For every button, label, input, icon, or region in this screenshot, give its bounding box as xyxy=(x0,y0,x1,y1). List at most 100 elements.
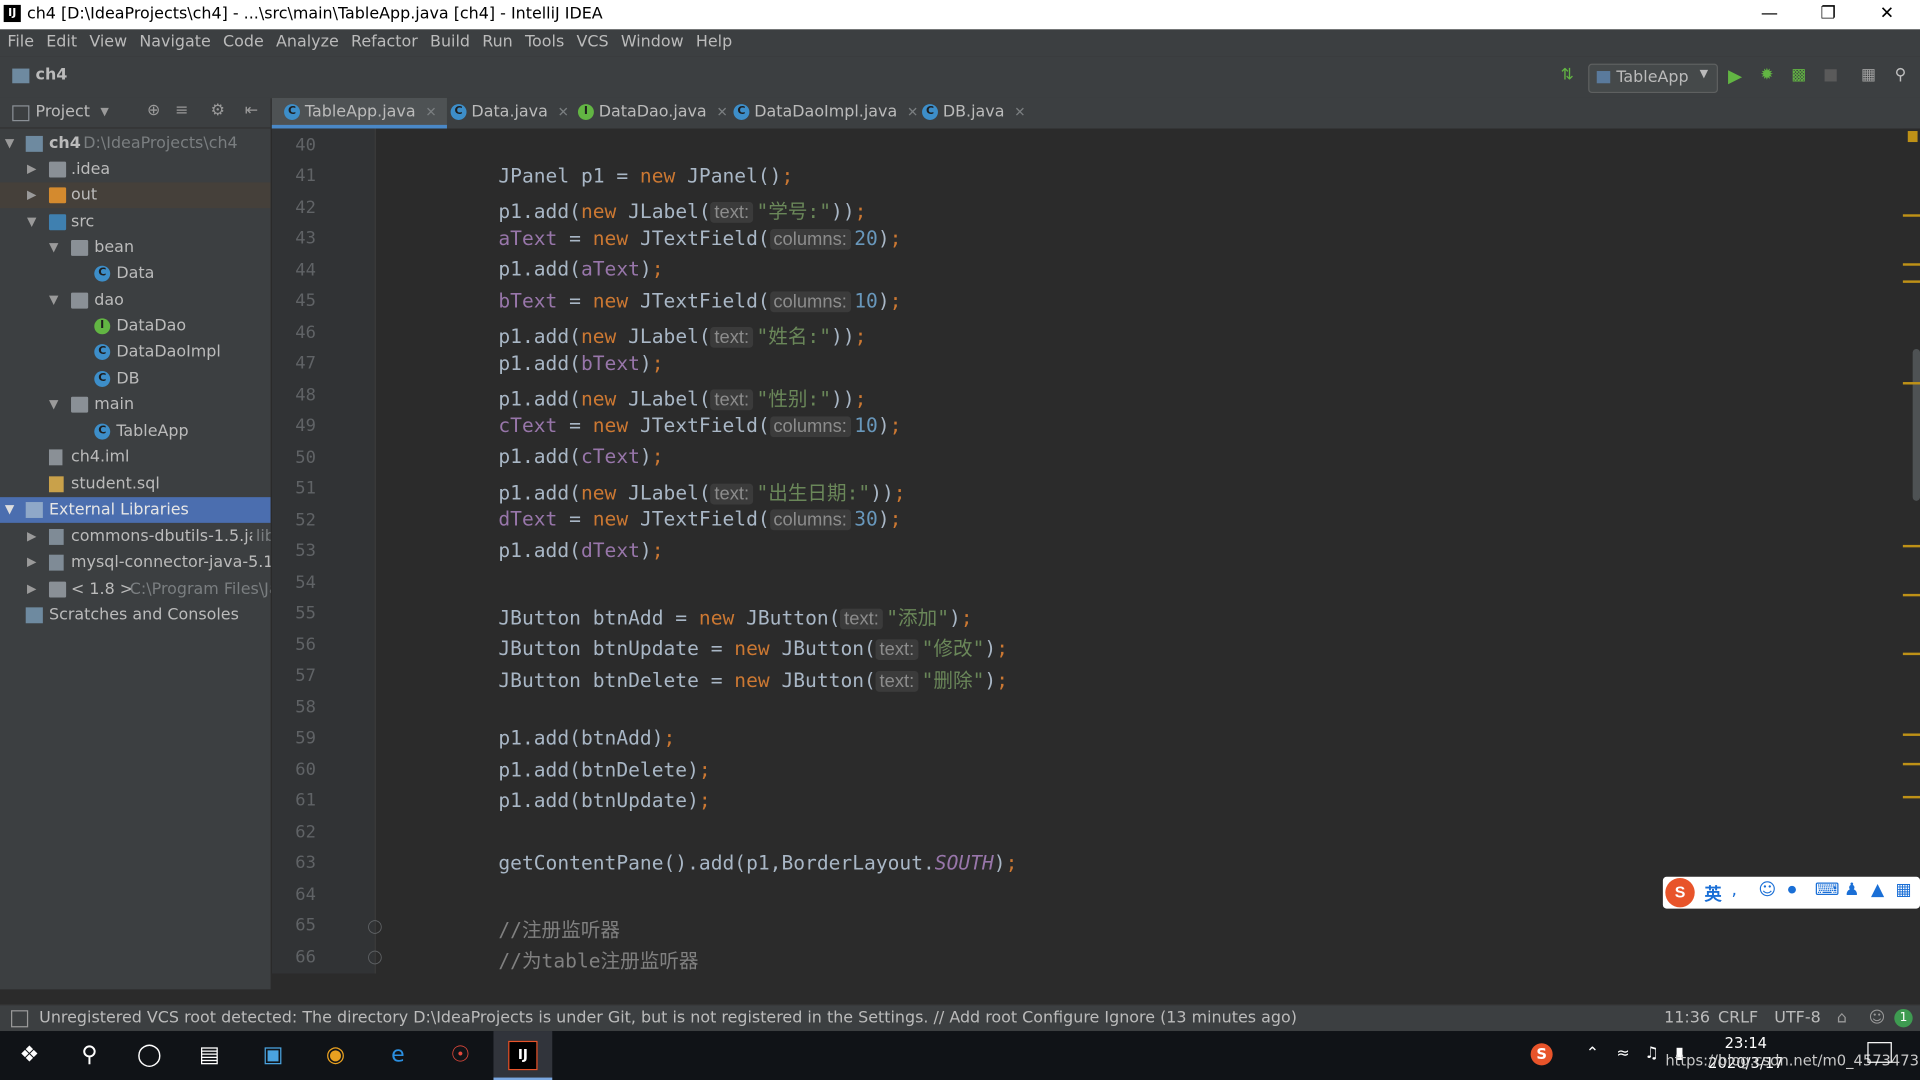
toolbox-icon[interactable]: ▦ xyxy=(1896,880,1912,900)
tab-db-java[interactable]: C DB.java ✕ xyxy=(910,98,1026,129)
keyboard-icon[interactable]: ⌨ xyxy=(1815,880,1840,900)
project-view-selector[interactable]: Project xyxy=(36,103,90,121)
chevron-up-icon[interactable]: ⌃ xyxy=(1586,1044,1599,1062)
warning-marker[interactable] xyxy=(1902,593,1920,597)
warning-marker[interactable] xyxy=(1902,652,1920,656)
minimize-button[interactable]: — xyxy=(1741,0,1797,29)
run-configuration-dropdown[interactable]: TableApp ▼ xyxy=(1588,63,1718,94)
firefox-icon[interactable]: ◉ xyxy=(306,1031,365,1080)
menu-refactor[interactable]: Refactor xyxy=(345,29,424,56)
warning-marker[interactable] xyxy=(1902,762,1920,766)
warning-marker[interactable] xyxy=(1902,382,1920,385)
sogou-logo-icon[interactable]: S xyxy=(1665,877,1695,908)
menu-build[interactable]: Build xyxy=(424,29,476,56)
collapsed-arrow-icon[interactable]: ▶ xyxy=(27,157,39,183)
tree-item-dao[interactable]: ▼ dao xyxy=(0,288,271,314)
chevron-down-icon[interactable]: ▼ xyxy=(100,107,108,119)
user-icon[interactable]: ♟ xyxy=(1844,880,1859,900)
tree-item-scratches[interactable]: Scratches and Consoles xyxy=(0,602,271,628)
menu-tools[interactable]: Tools xyxy=(519,29,570,56)
breadcrumb[interactable]: ch4 xyxy=(36,66,68,84)
menu-view[interactable]: View xyxy=(83,29,133,56)
close-tab-icon[interactable]: ✕ xyxy=(1014,104,1025,120)
caret-position[interactable]: 11:36 xyxy=(1664,1009,1710,1027)
build-icon[interactable]: ⇅ xyxy=(1558,66,1578,86)
locate-icon[interactable]: ⊕ xyxy=(147,102,160,120)
error-stripe[interactable] xyxy=(1902,128,1920,974)
expanded-arrow-icon[interactable]: ▼ xyxy=(49,288,61,314)
code-editor[interactable]: 40 41 42 43 44 45 46 47 48 49 50 51 52 5… xyxy=(271,128,1920,974)
menu-code[interactable]: Code xyxy=(217,29,270,56)
tree-item-data[interactable]: C Data xyxy=(0,261,271,287)
skin-icon[interactable]: ▲ xyxy=(1871,880,1884,900)
warning-indicator-icon[interactable] xyxy=(1907,131,1918,143)
restore-button[interactable]: ❐ xyxy=(1800,0,1856,29)
task-view-icon[interactable]: ▤ xyxy=(180,1031,239,1080)
search-icon[interactable]: ⚲ xyxy=(1891,66,1911,86)
tab-tableapp-java[interactable]: C TableApp.java ✕ xyxy=(271,97,447,129)
lock-icon[interactable]: ⌂ xyxy=(1837,1009,1847,1027)
tree-item-tableapp[interactable]: C TableApp xyxy=(0,419,271,445)
sogou-tray-icon[interactable]: S xyxy=(1530,1043,1553,1066)
windows-start-icon[interactable]: ❖ xyxy=(0,1031,59,1080)
tree-item-bean[interactable]: ▼ bean xyxy=(0,235,271,261)
notification-center-icon[interactable] xyxy=(1867,1042,1892,1063)
tree-item-jdk[interactable]: ▶ < 1.8 > C:\Program Files\Ja xyxy=(0,577,271,603)
punctuation-icon[interactable]: , xyxy=(1731,880,1736,900)
menu-help[interactable]: Help xyxy=(690,29,739,56)
stop-icon[interactable]: ■ xyxy=(1821,66,1841,86)
inspector-icon[interactable]: ☺ xyxy=(1869,1009,1886,1027)
tree-item-main[interactable]: ▼ main xyxy=(0,392,271,418)
vertical-scrollbar[interactable] xyxy=(1912,348,1920,501)
project-structure-icon[interactable]: ▦ xyxy=(1859,66,1879,86)
event-log-icon[interactable]: 1 xyxy=(1894,1008,1913,1028)
toggle-tool-windows-icon[interactable] xyxy=(11,1010,29,1028)
tree-item-student-sql[interactable]: student.sql xyxy=(0,471,271,497)
tree-item-mysql-connector[interactable]: ▶ mysql-connector-java-5.1.1 xyxy=(0,550,271,576)
fold-icon[interactable]: ◯ xyxy=(367,918,382,934)
warning-marker[interactable] xyxy=(1902,214,1920,217)
tree-item-db[interactable]: C DB xyxy=(0,366,271,392)
tree-item-ch4[interactable]: ▼ ch4 D:\IdeaProjects\ch4 xyxy=(0,131,271,157)
network-icon[interactable]: ≈ xyxy=(1616,1044,1629,1062)
menu-analyze[interactable]: Analyze xyxy=(270,29,345,56)
menu-run[interactable]: Run xyxy=(476,29,519,56)
fold-icon[interactable]: ◯ xyxy=(367,949,382,965)
expanded-arrow-icon[interactable]: ▼ xyxy=(49,392,61,418)
collapsed-arrow-icon[interactable]: ▶ xyxy=(27,577,39,603)
line-separator[interactable]: CRLF xyxy=(1718,1009,1758,1027)
intellij-taskbar-icon[interactable]: IJ xyxy=(493,1031,553,1080)
collapse-all-icon[interactable]: ≡ xyxy=(175,102,188,120)
debug-icon[interactable]: ✹ xyxy=(1757,66,1777,86)
expanded-arrow-icon[interactable]: ▼ xyxy=(27,209,39,235)
tree-item-ch4-iml[interactable]: ch4.iml xyxy=(0,444,271,470)
tree-item-commons-dbutils[interactable]: ▶ commons-dbutils-1.5.jar library root xyxy=(0,524,271,550)
close-tab-icon[interactable]: ✕ xyxy=(425,104,436,120)
gear-icon[interactable]: ⚙ xyxy=(211,102,225,120)
menu-edit[interactable]: Edit xyxy=(40,29,83,56)
search-icon[interactable]: ⚲ xyxy=(60,1031,119,1080)
menu-navigate[interactable]: Navigate xyxy=(133,29,217,56)
tree-item-src[interactable]: ▼ src xyxy=(0,209,271,235)
expanded-arrow-icon[interactable]: ▼ xyxy=(49,235,61,261)
menu-vcs[interactable]: VCS xyxy=(570,29,614,56)
expanded-arrow-icon[interactable]: ▼ xyxy=(5,131,17,157)
tree-item-out[interactable]: ▶ out xyxy=(0,182,271,209)
warning-marker[interactable] xyxy=(1902,280,1920,283)
tree-item-datadaoimpl[interactable]: C DataDaoImpl xyxy=(0,339,271,365)
collapsed-arrow-icon[interactable]: ▶ xyxy=(27,524,39,550)
ime-toolbar[interactable]: S 英 , ☺ ⏺ ⌨ ♟ ▲ ▦ xyxy=(1662,876,1920,909)
run-icon[interactable]: ▶ xyxy=(1725,66,1745,86)
collapsed-arrow-icon[interactable]: ▶ xyxy=(27,182,39,208)
coverage-icon[interactable]: ▩ xyxy=(1789,66,1809,86)
vcs-notification-message[interactable]: Unregistered VCS root detected: The dire… xyxy=(39,1009,1297,1027)
warning-marker[interactable] xyxy=(1902,733,1920,736)
microphone-icon[interactable]: ⏺ xyxy=(1788,880,1797,900)
volume-icon[interactable]: ♫ xyxy=(1645,1044,1659,1062)
tab-datadaoimpl-java[interactable]: C DataDaoImpl.java ✕ xyxy=(721,98,918,129)
tree-item-idea[interactable]: ▶ .idea xyxy=(0,157,271,183)
emoji-icon[interactable]: ☺ xyxy=(1758,880,1776,900)
tab-datadao-java[interactable]: I DataDao.java ✕ xyxy=(566,98,728,129)
collapsed-arrow-icon[interactable]: ▶ xyxy=(27,550,39,576)
warning-marker[interactable] xyxy=(1902,795,1920,799)
